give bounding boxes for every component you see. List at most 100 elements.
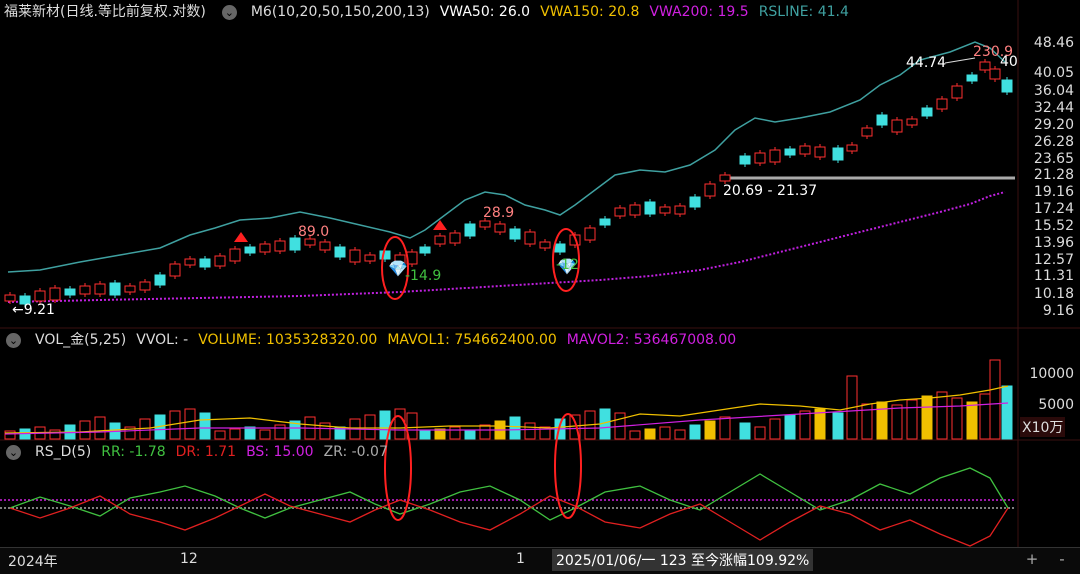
rs-header: ⌄ RS_D(5) RR: -1.78 DR: 1.71 BS: 15.00 Z…: [0, 442, 388, 462]
year-label: 2024年: [8, 554, 58, 570]
candle-body: [34, 290, 46, 302]
high-left-label: 44.74: [906, 55, 947, 71]
zoom-in-button[interactable]: +: [1022, 548, 1042, 570]
volume-bar: [394, 408, 406, 440]
volume-bar: [989, 359, 1001, 440]
volume-bar: [49, 429, 61, 440]
candle-body: [832, 147, 844, 161]
candle-body: [784, 148, 796, 156]
vol-y-tick: 10000: [1029, 366, 1074, 382]
dip2-label: -12: [556, 257, 579, 273]
candle-body: [494, 223, 506, 233]
volume-bar: [449, 426, 461, 440]
last-label: 40: [1000, 54, 1018, 70]
candle-body: [4, 294, 16, 302]
dr-curve: [9, 493, 1009, 547]
volume-header: ⌄ VOL_金(5,25) VVOL: - VOLUME: 1035328320…: [0, 330, 736, 350]
volume-bar: [936, 391, 948, 440]
rr-value: RR: -1.78: [101, 444, 166, 460]
candle-body: [951, 85, 963, 99]
vol-y-tick: 5000: [1038, 397, 1074, 413]
vvol-value: VVOL: -: [136, 332, 189, 348]
highlight-oval: [554, 413, 582, 519]
candle-body: [979, 61, 991, 71]
candle-body: [379, 250, 391, 260]
volume-bar: [464, 429, 476, 440]
candle-body: [139, 281, 151, 291]
candle-body: [334, 246, 346, 258]
volume-bar: [689, 424, 701, 440]
candle-body: [584, 227, 596, 241]
candle-body: [814, 146, 826, 158]
candle-body: [479, 220, 491, 228]
dropdown-circle-icon[interactable]: ⌄: [6, 332, 21, 348]
candle-body: [274, 240, 286, 252]
volume-bar: [79, 420, 91, 440]
volume-bar: [419, 430, 431, 440]
volume-bar: [244, 426, 256, 440]
candle-body: [876, 114, 888, 126]
low-label: ←9.21: [12, 302, 55, 318]
candle-body: [769, 149, 781, 163]
volume-value: VOLUME: 1035328320.00: [198, 332, 378, 348]
candle-body: [214, 255, 226, 267]
month12-label: 12: [180, 551, 198, 567]
candle-body: [364, 254, 376, 262]
candle-body: [464, 223, 476, 237]
dropdown-circle-icon[interactable]: ⌄: [6, 444, 21, 460]
volume-bar: [674, 429, 686, 440]
volume-bar: [199, 412, 211, 440]
volume-bar: [229, 428, 241, 440]
volume-bar: [966, 401, 978, 440]
peak2-label: 28.9: [483, 205, 515, 221]
volume-bar: [951, 397, 963, 440]
candle-body: [524, 231, 536, 245]
chart-canvas[interactable]: 💎 💎: [0, 0, 1080, 547]
candle-body: [719, 174, 731, 182]
candle-body: [659, 206, 671, 214]
vol-unit: X10万: [1020, 417, 1066, 437]
candle-body: [349, 249, 361, 263]
candle-body: [599, 218, 611, 226]
candle-body: [754, 152, 766, 164]
candle-body: [644, 201, 656, 215]
volume-bar: [784, 414, 796, 440]
candlestick-series: [4, 59, 1013, 307]
range-label: 20.69 - 21.37: [723, 183, 818, 199]
candle-body: [169, 263, 181, 277]
candle-body: [419, 246, 431, 254]
volume-bar: [509, 416, 521, 440]
mavol2-value: MAVOL2: 536467008.00: [566, 332, 737, 348]
volume-bar: [659, 426, 671, 440]
candle-body: [629, 204, 641, 216]
volume-bar: [274, 424, 286, 440]
volume-bar: [891, 404, 903, 440]
volume-bar: [479, 424, 491, 440]
dr-value: DR: 1.71: [175, 444, 237, 460]
month1-label: 1: [516, 551, 525, 567]
candle-body: [259, 243, 271, 253]
candle-body: [1001, 79, 1013, 93]
volume-bar: [214, 430, 226, 440]
candle-body: [434, 235, 446, 245]
volume-bar: [644, 428, 656, 440]
rr-curve: [9, 467, 1009, 521]
volume-bar: [906, 399, 918, 440]
candle-body: [199, 258, 211, 268]
volume-bar: [1001, 385, 1013, 440]
candle-body: [689, 196, 701, 208]
candle-body: [229, 248, 241, 262]
zoom-out-button[interactable]: -: [1052, 548, 1072, 570]
peak1-label: 89.0: [298, 224, 330, 240]
candle-body: [891, 119, 903, 133]
up-arrow-marker: [234, 232, 248, 242]
candle-body: [64, 288, 76, 296]
time-axis-bar: 2024年 12 1 2025/01/06/一 123 至今涨幅109.92%: [0, 547, 1080, 574]
candle-body: [449, 232, 461, 244]
zr-value: ZR: -0.07: [323, 444, 388, 460]
candle-body: [79, 285, 91, 295]
candle-body: [704, 183, 716, 197]
candle-body: [674, 205, 686, 215]
volume-bar: [979, 393, 991, 440]
rsline-curve: [7, 41, 1006, 273]
